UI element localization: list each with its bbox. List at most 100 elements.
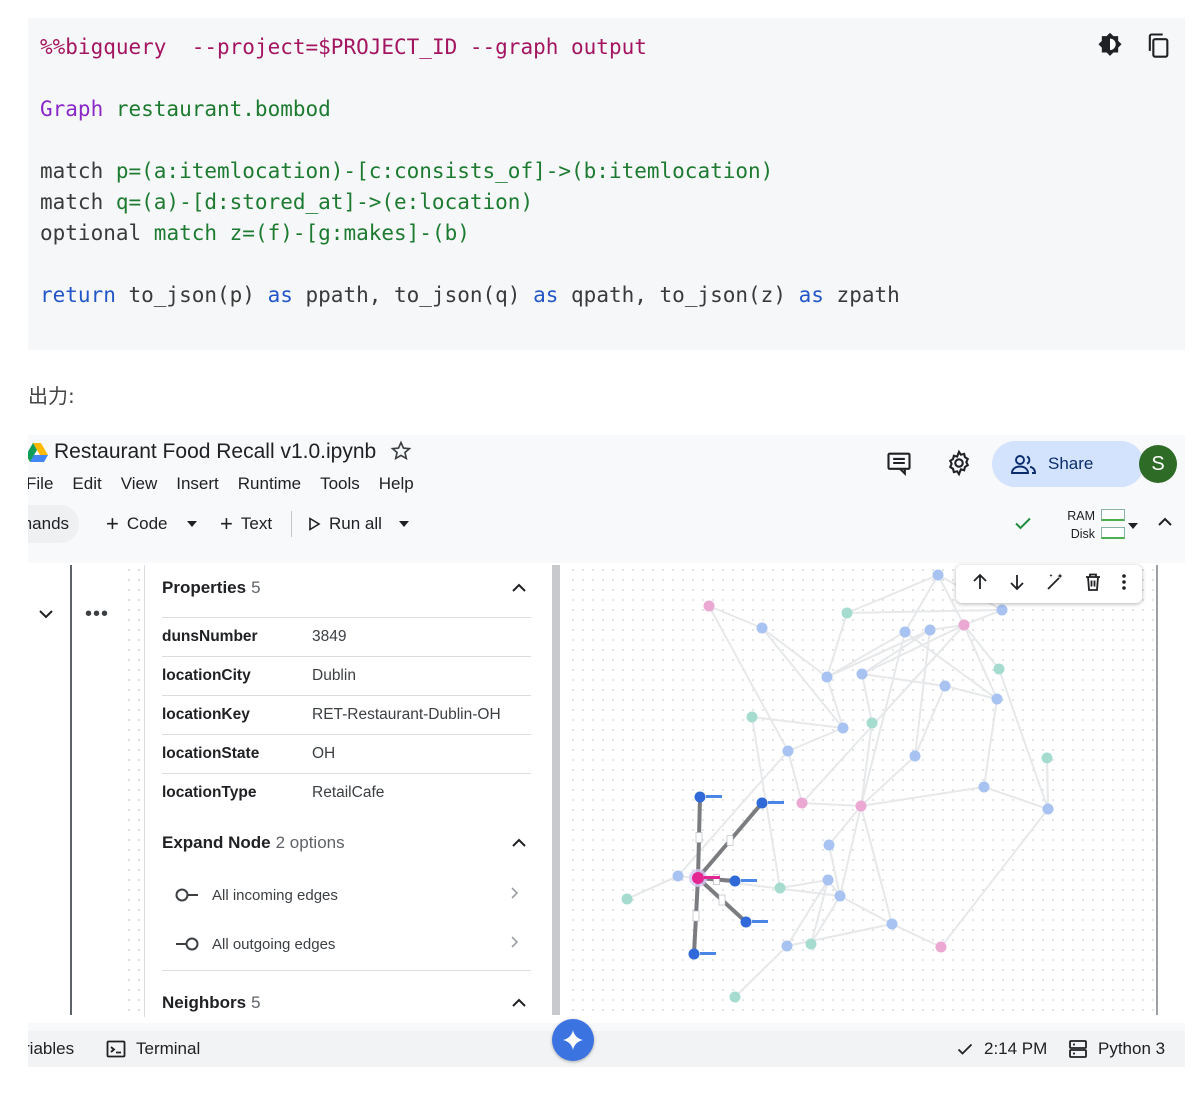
menu-help[interactable]: Help [379,474,414,494]
menu-file[interactable]: File [28,474,53,494]
resource-caret-icon[interactable] [1127,517,1139,535]
more-vert-icon[interactable] [1121,573,1127,596]
terminal-label: Terminal [136,1039,201,1058]
properties-count: 5 [251,578,261,597]
chevron-up-icon[interactable] [511,579,527,599]
chevron-down-icon[interactable] [38,607,54,625]
panel-scrollbar[interactable] [552,565,560,1015]
graph-node [796,797,808,809]
menu-bar: File Edit View Insert Runtime Tools Help [28,474,433,494]
outgoing-edges-option[interactable]: All outgoing edges [174,922,519,966]
variables-button[interactable]: riables [28,1031,74,1067]
property-row: locationKey RET-Restaurant-Dublin-OH [162,695,531,734]
share-button[interactable]: Share [992,441,1144,487]
move-down-icon[interactable] [1008,573,1026,596]
drive-logo-icon[interactable] [28,442,48,467]
expand-node-count: 2 options [275,833,345,852]
graph-edge [891,923,942,948]
neighbors-header[interactable]: Neighbors 5 [162,978,531,1028]
as-keyword: as [533,283,559,307]
property-value: RET-Restaurant-Dublin-OH [312,706,501,723]
as-keyword: as [798,283,824,307]
graph-edge [751,716,844,729]
graph-node [805,938,817,950]
graph-edge [787,727,844,752]
menu-tools[interactable]: Tools [320,474,360,494]
run-all-dropdown-caret[interactable] [398,505,410,543]
more-options-icon[interactable]: ••• [85,603,109,626]
graph-node [729,991,741,1003]
property-value: Dublin [312,667,356,684]
code-line-return: return to_json(p) as ppath, to_json(q) a… [40,282,900,308]
colab-window: Restaurant Food Recall v1.0.ipynb File E… [28,435,1185,1067]
run-all-button[interactable]: Run all [307,505,382,543]
outgoing-edge-icon [176,937,199,951]
graph-node [822,874,834,886]
execution-time: 2:14 PM [984,1039,1048,1058]
code-line-match-p: match p=(a:itemlocation)-[c:consists_of]… [40,158,773,184]
disk-label: Disk [1070,527,1095,541]
terminal-button[interactable]: Terminal [106,1031,200,1067]
avatar[interactable]: S [1139,445,1177,483]
execution-status[interactable]: 2:14 PM [956,1031,1047,1067]
code-cell[interactable]: %%bigquery --project=$PROJECT_ID --graph… [28,18,1185,350]
variables-label: riables [28,1039,75,1058]
code-dropdown-caret[interactable] [186,505,198,543]
optional-keyword: optional [40,221,154,245]
play-icon [309,517,321,531]
neighbors-count: 5 [251,993,261,1012]
graph-edge [826,676,844,729]
graph-edge [779,879,829,889]
node-label [752,920,768,923]
graph-edge [963,609,1003,626]
comment-icon[interactable] [885,449,913,482]
menu-view[interactable]: View [121,474,158,494]
add-code-button[interactable]: + Code [106,505,168,543]
commands-button[interactable]: mands [28,505,80,543]
chevron-up-icon[interactable] [511,994,527,1014]
code-line-optional-match: optional match z=(f)-[g:makes]-(b) [40,220,470,246]
gemini-button[interactable] [552,1019,594,1061]
neighbor-node [729,875,741,887]
star-icon[interactable] [390,440,412,467]
property-row: locationState OH [162,734,531,773]
notebook-title[interactable]: Restaurant Food Recall v1.0.ipynb [54,440,376,464]
gear-icon[interactable] [945,449,973,482]
menu-edit[interactable]: Edit [72,474,101,494]
code-line-graph: Graph restaurant.bombod [40,96,331,122]
graph-node [1041,752,1053,764]
runtime-type[interactable]: Python 3 [1068,1031,1165,1067]
menu-runtime[interactable]: Runtime [238,474,301,494]
properties-header[interactable]: Properties 5 [162,563,531,613]
incoming-edge-icon [175,888,198,902]
property-key: locationState [162,745,260,762]
code-text: zpath [823,283,900,307]
graph-node [821,671,833,683]
add-text-button[interactable]: + Text [220,505,272,543]
expand-node-header[interactable]: Expand Node 2 options [162,818,531,868]
ram-bar [1101,509,1125,521]
chevron-up-icon[interactable] [511,834,527,854]
graph-node [978,781,990,793]
caret-down-icon [399,521,409,527]
graph-keyword: Graph [40,97,104,121]
copy-icon[interactable] [1141,28,1175,62]
graph-visualization[interactable] [568,565,1156,1015]
node-properties-panel: Properties 5 dunsNumber 3849 locationCit… [162,563,531,1015]
move-up-icon[interactable] [971,573,989,596]
brightness-icon[interactable] [1093,28,1127,62]
neighbor-node [740,916,752,928]
graph-node [924,624,936,636]
graph-edge [861,624,965,675]
graph-node [886,918,898,930]
graph-node [932,569,944,581]
graph-node [834,890,846,902]
graph-canvas[interactable] [568,565,1156,1015]
code-line-magic: %%bigquery --project=$PROJECT_ID --graph… [40,34,647,60]
magic-edit-icon[interactable] [1045,572,1065,597]
chevron-up-icon[interactable] [1157,515,1173,533]
delete-icon[interactable] [1084,572,1102,597]
menu-insert[interactable]: Insert [176,474,219,494]
incoming-edges-option[interactable]: All incoming edges [174,873,519,917]
graph-node [774,882,786,894]
